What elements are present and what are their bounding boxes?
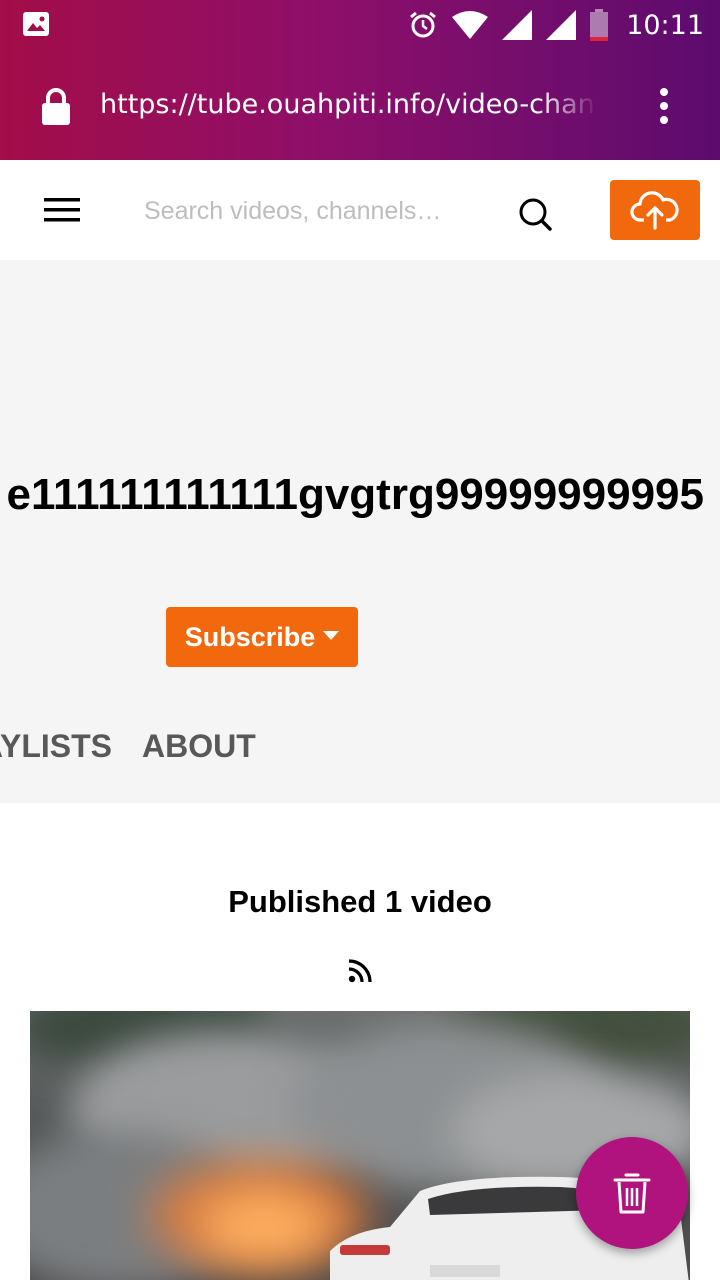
channel-tabs: PLAYLISTS ABOUT: [0, 722, 720, 770]
signal-icon: [502, 10, 533, 40]
rss-feed-icon[interactable]: [347, 958, 373, 984]
image-icon: [23, 12, 49, 36]
status-time: 10:11: [626, 9, 704, 41]
alarm-icon: [410, 11, 437, 38]
wifi-icon: [452, 11, 489, 39]
url-text[interactable]: https://tube.ouahpiti.info/video-channel…: [100, 84, 598, 126]
lock-icon: [42, 88, 70, 125]
status-icons: 10:11: [408, 6, 704, 44]
browser-chrome: 10:11 https://tube.ouahpiti.info/video-c…: [0, 0, 720, 160]
hamburger-menu-icon[interactable]: [44, 196, 82, 224]
trash-icon: [613, 1173, 651, 1214]
site-header: [0, 160, 720, 260]
video-thumbnail[interactable]: [30, 1011, 690, 1280]
caret-down-icon: [323, 630, 340, 640]
url-bar[interactable]: https://tube.ouahpiti.info/video-channel…: [0, 70, 720, 140]
published-count: Published 1 video: [228, 884, 492, 919]
signal-icon: [546, 10, 577, 40]
upload-button[interactable]: [610, 180, 700, 240]
delete-fab-button[interactable]: [576, 1137, 688, 1249]
tab-about[interactable]: ABOUT: [142, 722, 256, 770]
battery-icon: [590, 9, 609, 41]
tab-playlists[interactable]: PLAYLISTS: [0, 722, 112, 770]
status-bar: 10:11: [0, 0, 720, 50]
search-input[interactable]: [130, 188, 470, 234]
channel-banner: e111111111111gvgtrg99999999995 Subscribe…: [0, 260, 720, 803]
kebab-menu-icon[interactable]: [650, 86, 678, 126]
subscribe-label: Subscribe: [184, 621, 316, 652]
search-button[interactable]: [512, 192, 558, 238]
channel-name: e111111111111gvgtrg99999999995: [6, 470, 704, 519]
subscribe-button[interactable]: Subscribe: [166, 607, 358, 667]
cloud-upload-icon: [630, 191, 679, 230]
search-icon: [519, 198, 552, 231]
